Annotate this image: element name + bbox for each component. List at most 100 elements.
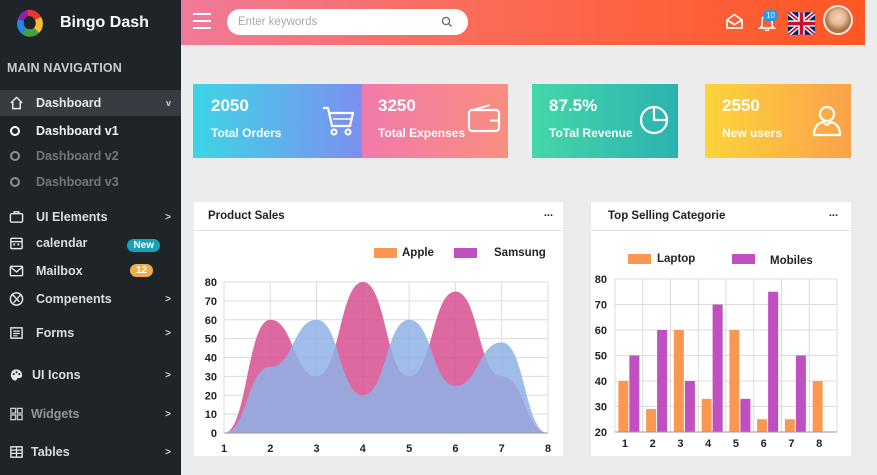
user-icon (812, 105, 842, 137)
chevron-right-icon: > (165, 293, 171, 305)
table-icon (10, 446, 23, 458)
bar-mobiles (740, 398, 751, 432)
product-sales-chart: Apple Samsung 0 10 20 30 40 50 60 70 80 1 2 3 4 5 6 7 8 (205, 247, 551, 455)
chevron-right-icon: > (165, 369, 171, 381)
sidebar-item-widgets[interactable]: Widgets > (0, 401, 181, 427)
x-tick-label: 7 (499, 443, 505, 455)
legend-label: Apple (402, 247, 434, 259)
widgets-icon (10, 407, 23, 421)
legend-label: Mobiles (770, 255, 813, 267)
x-tick-label: 5 (406, 443, 412, 455)
sidebar-item-label: UI Icons (32, 368, 81, 382)
legend-swatch (454, 248, 477, 258)
sidebar-subitem-label: Dashboard v2 (36, 149, 119, 163)
stat-value: 2050 (211, 96, 249, 115)
y-tick-label: 80 (595, 274, 607, 286)
sidebar-item-label: Forms (36, 326, 75, 340)
bar-laptop (812, 381, 823, 432)
sidebar-item-dashboard[interactable]: Dashboard v (0, 90, 181, 116)
nav-heading: MAIN NAVIGATION (7, 61, 123, 75)
legend-swatch (732, 254, 755, 264)
bar-laptop (673, 330, 684, 432)
y-tick-label: 0 (211, 428, 217, 440)
bar-mobiles (629, 355, 640, 432)
brand-logo-icon (17, 9, 43, 37)
cart-icon (323, 106, 355, 136)
sidebar-item-components[interactable]: Compenents > (0, 286, 181, 312)
brand-name: Bingo Dash (60, 13, 149, 31)
legend-swatch (628, 254, 651, 264)
chevron-right-icon: > (165, 446, 171, 458)
x-tick-label: 8 (816, 438, 822, 450)
bar-mobiles (712, 304, 723, 432)
x-tick-label: 2 (267, 443, 273, 455)
wallet-icon (467, 104, 501, 133)
new-badge: New (127, 239, 160, 252)
y-tick-label: 40 (595, 376, 607, 388)
sidebar-item-mailbox[interactable]: Mailbox 12 (0, 258, 181, 284)
sidebar-item-label: Mailbox (36, 264, 83, 278)
y-tick-label: 60 (595, 325, 607, 337)
bar-laptop (618, 381, 629, 432)
chevron-right-icon: > (165, 327, 171, 339)
y-tick-label: 50 (205, 334, 217, 346)
stat-label: New users (722, 126, 783, 140)
sidebar-subitem-label: Dashboard v1 (36, 124, 119, 138)
circle-icon (10, 126, 20, 136)
bar-mobiles (657, 330, 668, 432)
pie-icon (639, 105, 669, 135)
x-tick-label: 4 (705, 438, 712, 450)
mail-open-icon[interactable] (725, 12, 744, 30)
sidebar-subitem-dashboard-v3[interactable]: Dashboard v3 (0, 171, 181, 193)
sidebar-subitem-dashboard-v1[interactable]: Dashboard v1 (0, 120, 181, 142)
circle-icon (10, 177, 20, 187)
y-tick-label: 40 (205, 353, 217, 365)
sidebar-item-label: calendar (36, 236, 88, 250)
sidebar-subitem-label: Dashboard v3 (36, 175, 119, 189)
bar-laptop (729, 330, 740, 432)
sidebar-item-label: Widgets (31, 407, 80, 421)
chevron-right-icon: > (165, 408, 171, 420)
stat-card-revenue: 87.5% ToTal Revenue (532, 84, 678, 158)
avatar[interactable] (823, 5, 853, 35)
y-tick-label: 20 (595, 427, 607, 439)
y-tick-label: 30 (205, 371, 217, 383)
stat-label: Total Orders (211, 126, 282, 140)
bar-laptop (757, 419, 768, 432)
x-tick-label: 8 (545, 443, 551, 455)
sidebar-item-label: UI Elements (36, 210, 108, 224)
form-icon (10, 327, 23, 339)
sidebar-item-calendar[interactable]: calendar New (0, 230, 181, 256)
sidebar-item-tables[interactable]: Tables > (0, 439, 181, 465)
menu-icon[interactable] (193, 13, 211, 29)
aperture-icon (9, 292, 24, 306)
bar-mobiles (768, 291, 779, 432)
x-tick-label: 5 (733, 438, 739, 450)
palette-icon (10, 369, 23, 381)
calendar-icon (10, 237, 23, 250)
sidebar-item-ui-icons[interactable]: UI Icons > (0, 362, 181, 388)
x-tick-label: 6 (452, 443, 458, 455)
sidebar-item-ui-elements[interactable]: UI Elements > (0, 204, 181, 230)
sidebar-item-forms[interactable]: Forms > (0, 320, 181, 346)
search-icon[interactable] (441, 16, 453, 28)
bar-laptop (701, 398, 712, 432)
sidebar-subitem-dashboard-v2[interactable]: Dashboard v2 (0, 145, 181, 167)
stat-card-orders: 2050 Total Orders (193, 84, 367, 158)
y-tick-label: 30 (595, 402, 607, 414)
legend-label: Laptop (657, 253, 695, 265)
x-tick-label: 4 (360, 443, 367, 455)
search-input[interactable] (227, 9, 468, 35)
brand[interactable]: Bingo Dash (0, 0, 181, 45)
circle-icon (10, 151, 20, 161)
legend-label: Samsung (494, 247, 546, 259)
x-tick-label: 3 (677, 438, 683, 450)
x-tick-label: 6 (761, 438, 767, 450)
uk-flag-icon[interactable] (788, 12, 815, 35)
y-tick-label: 80 (205, 277, 217, 289)
legend-swatch (374, 248, 397, 258)
x-tick-label: 1 (221, 443, 227, 455)
y-tick-label: 70 (205, 296, 217, 308)
sidebar: Bingo Dash MAIN NAVIGATION Dashboard v D… (0, 0, 181, 475)
topbar: 10 (181, 0, 865, 45)
